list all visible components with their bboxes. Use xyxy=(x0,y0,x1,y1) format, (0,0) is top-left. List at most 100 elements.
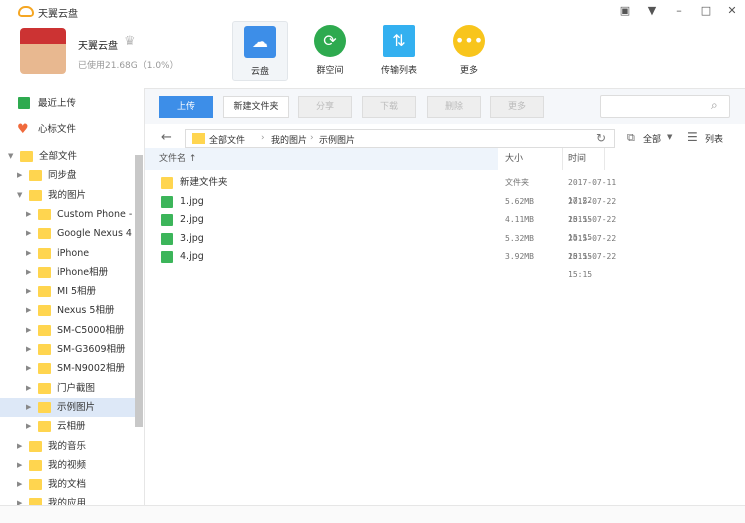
sidebar-tree-item[interactable]: ▶ SM-N9002相册 xyxy=(0,359,135,378)
sidebar-tree-item[interactable]: ▶ 门户截图 xyxy=(0,379,135,398)
nav-group-space[interactable]: ⟳ 群空间 xyxy=(302,21,358,81)
chevron-down-icon[interactable]: ▼ xyxy=(17,186,22,205)
chevron-right-icon[interactable]: ▶ xyxy=(26,359,31,378)
share-button[interactable]: 分享 xyxy=(298,96,352,118)
chevron-right-icon[interactable]: ▶ xyxy=(26,379,31,398)
chevron-down-icon[interactable]: ▼ xyxy=(667,133,672,141)
file-name: 4.jpg xyxy=(180,251,204,263)
maximize-button[interactable]: □ xyxy=(699,4,713,18)
chevron-right-icon[interactable]: ▶ xyxy=(26,417,31,436)
chevron-right-icon[interactable]: ▶ xyxy=(26,340,31,359)
close-button[interactable]: ✕ xyxy=(725,4,739,18)
nav-transfer-list[interactable]: ⇅ 传输列表 xyxy=(371,21,427,81)
sidebar-tree-item[interactable]: ▶ 示例图片 xyxy=(0,397,135,417)
nav-label: 云盘 xyxy=(250,67,269,77)
minimize-button[interactable]: – xyxy=(672,4,686,18)
delete-button[interactable]: 删除 xyxy=(427,96,481,118)
tree-label: 门户截图 xyxy=(57,382,96,394)
tree-label: 我的图片 xyxy=(48,189,87,201)
sidebar-tree-item[interactable]: ▶ Google Nexus 4 xyxy=(0,224,135,243)
tree-label: MI 5相册 xyxy=(57,286,97,298)
sidebar-tree-item[interactable]: ▶ 我的音乐 xyxy=(0,437,135,456)
chevron-right-icon[interactable]: ▶ xyxy=(26,205,31,224)
file-row[interactable]: 2.jpg 4.11MB 2015-07-22 15:15 xyxy=(145,211,645,242)
sidebar-tree-item[interactable]: ▶ Custom Phone - xyxy=(0,205,135,224)
chevron-right-icon[interactable]: ▶ xyxy=(26,263,31,282)
search-icon[interactable]: ⌕ xyxy=(711,98,718,113)
folder-icon xyxy=(29,189,42,201)
breadcrumb-item[interactable]: 我的图片 xyxy=(271,133,307,146)
folder-icon xyxy=(29,479,42,491)
folder-icon xyxy=(161,177,173,189)
chevron-right-icon[interactable]: ▶ xyxy=(26,244,31,263)
upload-button[interactable]: 上传 xyxy=(159,96,213,118)
sidebar-tree-item[interactable]: ▶ Nexus 5相册 xyxy=(0,301,135,320)
tree-label: SM-N9002相册 xyxy=(57,363,125,375)
sidebar-tree-item[interactable]: ▶ iPhone相册 xyxy=(0,263,135,282)
status-bar xyxy=(0,505,745,523)
chevron-right-icon[interactable]: ▶ xyxy=(26,301,31,320)
back-arrow-icon[interactable]: ← xyxy=(161,130,172,145)
folder-icon xyxy=(192,133,205,144)
sidebar-tree-item[interactable]: ▶ 我的视频 xyxy=(0,456,135,475)
column-size[interactable]: 大小 xyxy=(498,148,563,170)
menu-dropdown-icon[interactable]: ▼ xyxy=(645,4,659,18)
sidebar-tree-item[interactable]: ▶ 我的文档 xyxy=(0,475,135,494)
nav-more[interactable]: ••• 更多 xyxy=(441,21,497,81)
file-size: 5.32MB xyxy=(505,233,534,243)
copy-filter-icon[interactable]: ⧉ xyxy=(627,131,635,145)
sidebar-tree-item[interactable]: ▼ 我的图片 xyxy=(0,186,135,205)
chevron-down-icon[interactable]: ▼ xyxy=(8,147,13,166)
avatar[interactable] xyxy=(20,28,66,74)
column-time[interactable]: 时间 xyxy=(563,148,605,170)
sidebar-tree-item[interactable]: ▶ SM-C5000相册 xyxy=(0,321,135,340)
column-name[interactable]: 文件名 ↑ xyxy=(145,148,498,170)
file-row[interactable]: 3.jpg 5.32MB 2015-07-22 15:15 xyxy=(145,230,645,261)
filter-dropdown[interactable]: 全部 xyxy=(643,132,661,145)
file-row[interactable]: 4.jpg 3.92MB 2015-07-22 15:15 xyxy=(145,248,645,279)
folder-icon xyxy=(29,440,42,452)
chevron-right-icon[interactable]: ▶ xyxy=(17,456,22,475)
nav-cloud-disk[interactable]: ☁ 云盘 xyxy=(232,21,288,81)
view-mode-button[interactable]: 列表 xyxy=(705,132,723,145)
sidebar-item-favorites[interactable]: ♥ 心标文件 xyxy=(0,120,135,139)
tree-label: 我的音乐 xyxy=(48,440,87,452)
sidebar-tree-item[interactable]: ▶ 同步盘 xyxy=(0,166,135,185)
chevron-right-icon[interactable]: ▶ xyxy=(26,398,31,417)
breadcrumb: 全部文件 › 我的图片 › 示例图片 ↻ xyxy=(185,129,615,148)
breadcrumb-row: ← 全部文件 › 我的图片 › 示例图片 ↻ ⧉ 全部 ▼ ☰ 列表 xyxy=(145,126,745,150)
sidebar-tree-item[interactable]: ▶ 云相册 xyxy=(0,417,135,436)
file-row[interactable]: 新建文件夹 文件夹 2017-07-11 17:22 xyxy=(145,174,645,205)
sidebar-tree-item[interactable]: ▶ 我的应用 xyxy=(0,494,135,505)
folder-icon xyxy=(38,286,51,298)
new-folder-button[interactable]: 新建文件夹 xyxy=(223,96,289,118)
download-button[interactable]: 下载 xyxy=(362,96,416,118)
feedback-icon[interactable]: ▣ xyxy=(618,4,632,18)
file-row[interactable]: 1.jpg 5.62MB 2015-07-22 15:15 xyxy=(145,193,645,224)
chevron-right-icon[interactable]: ▶ xyxy=(26,282,31,301)
crown-icon[interactable]: ♛ xyxy=(124,34,136,49)
chevron-right-icon[interactable]: ▶ xyxy=(26,224,31,243)
chevron-right-icon[interactable]: ▶ xyxy=(17,437,22,456)
sidebar-tree-item[interactable]: ▶ iPhone xyxy=(0,244,135,263)
chevron-right-icon[interactable]: ▶ xyxy=(17,475,22,494)
more-button[interactable]: 更多 xyxy=(490,96,544,118)
breadcrumb-item[interactable]: 全部文件 xyxy=(209,133,245,146)
tree-label: 我的视频 xyxy=(48,459,87,471)
chevron-right-icon[interactable]: ▶ xyxy=(17,494,22,505)
cloud-logo-icon xyxy=(18,6,34,17)
refresh-icon[interactable]: ↻ xyxy=(596,131,606,145)
file-time: 2015-07-22 15:15 xyxy=(568,252,617,280)
sidebar-tree-item[interactable]: ▼ 全部文件 xyxy=(0,147,135,166)
image-file-icon xyxy=(161,195,173,208)
sidebar-tree-item[interactable]: ▶ SM-G3609相册 xyxy=(0,340,135,359)
sidebar-scrollbar[interactable] xyxy=(135,155,143,427)
chevron-right-icon[interactable]: ▶ xyxy=(26,321,31,340)
chevron-right-icon[interactable]: ▶ xyxy=(17,166,22,185)
folder-icon xyxy=(29,459,42,471)
sidebar-tree-item[interactable]: ▶ MI 5相册 xyxy=(0,282,135,301)
list-view-icon[interactable]: ☰ xyxy=(687,130,698,144)
folder-icon xyxy=(38,208,51,220)
sidebar-item-recent[interactable]: 最近上传 xyxy=(0,94,135,113)
breadcrumb-item[interactable]: 示例图片 xyxy=(319,133,355,146)
